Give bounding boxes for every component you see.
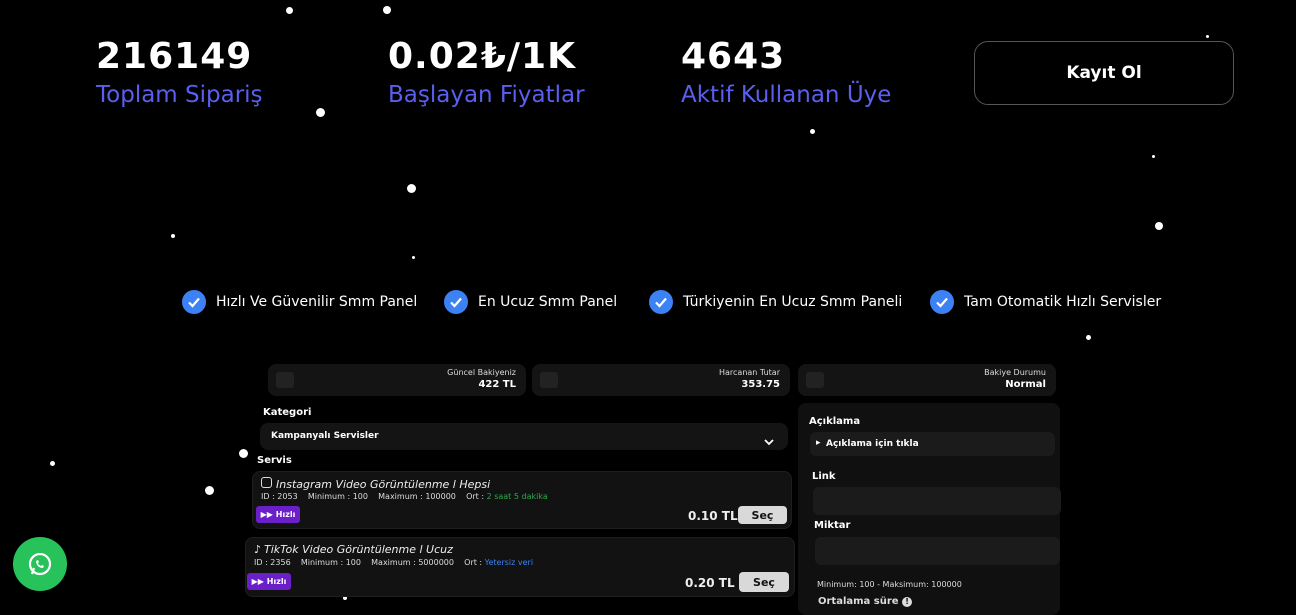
check-icon	[930, 290, 954, 314]
stat-value: 216149	[96, 36, 253, 77]
snow-dot	[1206, 35, 1209, 38]
stat-active-users: 4643 Aktif Kullanan Üye	[681, 36, 891, 110]
snow-dot	[286, 7, 293, 14]
check-icon	[182, 290, 206, 314]
select-service-button[interactable]: Seç	[739, 572, 789, 592]
piggy-bank-icon	[806, 372, 824, 388]
stat-label: Toplam Sipariş	[96, 82, 263, 108]
stat-value: 0.02₺/1K	[388, 36, 576, 77]
service-row[interactable]: Instagram Video Görüntülenme l Hepsi ID …	[252, 471, 792, 529]
snow-dot	[1152, 155, 1155, 158]
aciklama-label: Açıklama	[809, 416, 861, 427]
kategori-select[interactable]: Kampanyalı Servisler	[260, 423, 788, 450]
instagram-icon	[261, 477, 272, 488]
wallet-icon	[276, 372, 294, 388]
service-ort-label: Ort :	[466, 492, 485, 501]
feature-label: Tam Otomatik Hızlı Servisler	[964, 294, 1162, 310]
badge-label: Hızlı	[275, 510, 296, 519]
servis-label: Servis	[257, 455, 292, 466]
feature-label: Hızlı Ve Güvenilir Smm Panel	[216, 294, 418, 310]
service-min: Minimum : 100	[300, 558, 361, 567]
tiktok-icon: ♪	[254, 543, 262, 556]
feature-item: Türkiyenin En Ucuz Smm Paneli	[649, 290, 902, 314]
stat-label: Aktif Kullanan Üye	[681, 82, 892, 108]
avg-time: Ortalama süre !	[818, 596, 913, 607]
snow-dot	[1155, 222, 1163, 230]
service-meta: ID : 2356 Minimum : 100 Maximum : 500000…	[254, 558, 533, 567]
snow-dot	[316, 108, 325, 117]
feature-label: En Ucuz Smm Panel	[478, 294, 618, 310]
feature-label: Türkiyenin En Ucuz Smm Paneli	[683, 294, 903, 310]
feature-item: Tam Otomatik Hızlı Servisler	[930, 290, 1161, 314]
service-name-text: Instagram Video Görüntülenme l Hepsi	[276, 478, 491, 491]
snow-dot	[1086, 335, 1091, 340]
service-row[interactable]: ♪ TikTok Video Görüntülenme l Ucuz ID : 2…	[245, 537, 795, 597]
service-max: Maximum : 5000000	[371, 558, 454, 567]
fast-badge: ▶▶ Hızlı	[256, 506, 300, 523]
stat-total-orders: 216149 Toplam Sipariş	[96, 36, 263, 110]
snow-dot	[407, 184, 416, 193]
link-input[interactable]	[813, 487, 1061, 515]
snow-dot	[50, 461, 55, 466]
caret-right-icon: ▸	[816, 438, 821, 448]
feature-item: En Ucuz Smm Panel	[444, 290, 617, 314]
check-icon	[649, 290, 673, 314]
cash-icon	[540, 372, 558, 388]
snow-dot	[239, 449, 248, 458]
service-meta: ID : 2053 Minimum : 100 Maximum : 100000…	[261, 492, 548, 501]
service-ort-value: 2 saat 5 dakika	[486, 492, 548, 501]
service-name: ♪ TikTok Video Görüntülenme l Ucuz	[254, 543, 453, 556]
check-icon	[444, 290, 468, 314]
service-name: Instagram Video Görüntülenme l Hepsi	[261, 477, 490, 491]
service-price: 0.20 TL	[685, 576, 735, 590]
balance-value: 422 TL	[478, 379, 516, 390]
fast-badge: ▶▶ Hızlı	[247, 573, 291, 590]
spent-card: Harcanan Tutar 353.75	[532, 364, 790, 396]
status-card: Bakiye Durumu Normal	[798, 364, 1056, 396]
snow-dot	[810, 129, 815, 134]
snow-dot	[383, 6, 391, 14]
avg-time-label: Ortalama süre	[818, 596, 899, 607]
service-ort-label: Ort :	[464, 558, 483, 567]
service-max: Maximum : 100000	[378, 492, 456, 501]
stat-starting-prices: 0.02₺/1K Başlayan Fiyatlar	[388, 36, 585, 110]
link-label: Link	[812, 471, 836, 482]
order-form-panel: Açıklama ▸ Açıklama için tıkla Link Mikt…	[798, 403, 1061, 615]
service-name-text: TikTok Video Görüntülenme l Ucuz	[264, 543, 453, 556]
aciklama-toggle[interactable]: ▸ Açıklama için tıkla	[810, 432, 1055, 456]
kategori-value: Kampanyalı Servisler	[271, 431, 379, 441]
limits-text: Minimum: 100 - Maksimum: 100000	[817, 580, 962, 589]
whatsapp-button[interactable]	[13, 537, 67, 591]
status-value: Normal	[1005, 379, 1046, 390]
service-id: ID : 2053	[261, 492, 298, 501]
miktar-label: Miktar	[814, 520, 851, 531]
snow-dot	[171, 234, 175, 238]
whatsapp-icon	[28, 552, 52, 576]
register-button[interactable]: Kayıt Ol	[974, 41, 1234, 105]
badge-label: Hızlı	[266, 577, 287, 586]
miktar-input[interactable]	[815, 537, 1060, 565]
balance-label: Güncel Bakiyeniz	[447, 368, 516, 377]
service-price: 0.10 TL	[688, 509, 738, 523]
select-service-button[interactable]: Seç	[738, 506, 787, 524]
aciklama-toggle-label: Açıklama için tıkla	[826, 439, 919, 449]
status-label: Bakiye Durumu	[984, 368, 1046, 377]
feature-item: Hızlı Ve Güvenilir Smm Panel	[182, 290, 417, 314]
spent-label: Harcanan Tutar	[719, 368, 780, 377]
service-id: ID : 2356	[254, 558, 291, 567]
stat-value: 4643	[681, 36, 786, 77]
spent-value: 353.75	[741, 379, 780, 390]
balance-card: Güncel Bakiyeniz 422 TL	[268, 364, 526, 396]
snow-dot	[412, 256, 415, 259]
kategori-label: Kategori	[263, 407, 312, 418]
snow-dot	[205, 486, 214, 495]
service-min: Minimum : 100	[307, 492, 368, 501]
stat-label: Başlayan Fiyatlar	[388, 82, 585, 108]
chevron-down-icon	[764, 431, 774, 450]
info-icon: !	[902, 597, 913, 607]
service-ort-value: Yetersiz veri	[484, 558, 534, 567]
